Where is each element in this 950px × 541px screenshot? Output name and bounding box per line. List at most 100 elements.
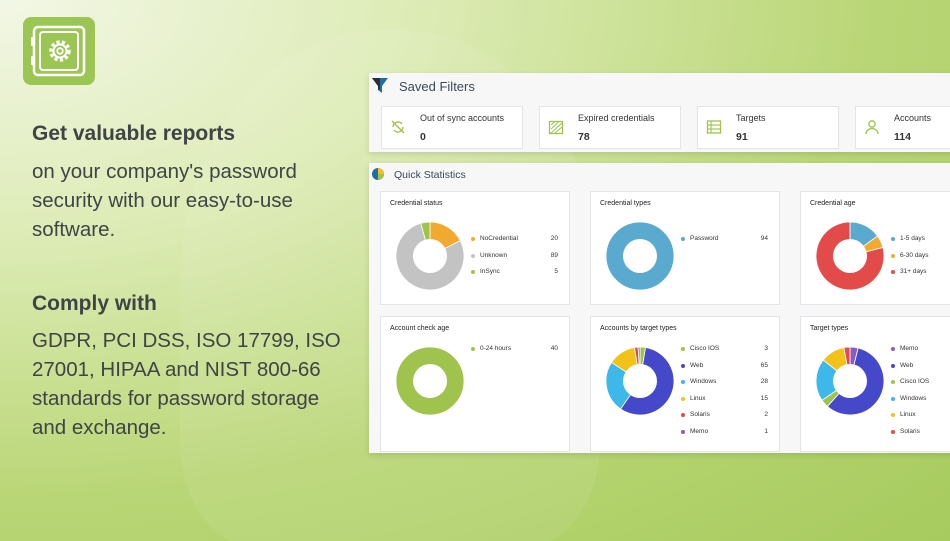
filter-card-value: 78 (578, 131, 590, 143)
widget-title: Account check age (390, 325, 450, 332)
widget-title: Target types (810, 325, 849, 332)
legend-value: 40 (550, 345, 558, 352)
legend-value: 5 (554, 268, 558, 275)
expired-icon (548, 120, 564, 135)
legend-value: 20 (550, 235, 558, 242)
widget-accounts-by-target-types: Accounts by target types Cisco IOS 3 Web 65… (590, 316, 780, 452)
legend-dot (891, 253, 895, 258)
filter-card-value: 114 (894, 131, 911, 143)
widget-title: Accounts by target types (600, 325, 677, 332)
legend-dot (681, 347, 685, 351)
donut-hole (623, 239, 657, 273)
legend-value: 1 (764, 427, 768, 435)
legend-label: Solaris (690, 411, 710, 418)
legend-dot (891, 396, 895, 401)
legend-label: Unknown (480, 251, 508, 259)
legend-dot (681, 396, 685, 401)
filter-card-label: Expired credentials (578, 113, 655, 123)
legend-dot (681, 429, 685, 434)
comply-heading: Comply with (32, 292, 157, 315)
reports-heading: Get valuable reports (32, 122, 236, 145)
widget-account-check-age: Account check age 0-24 hours 40 (380, 316, 570, 452)
donut-chart (605, 346, 675, 416)
filter-card-targets[interactable]: Targets 91 (697, 106, 839, 149)
legend-label: Cisco IOS (900, 378, 930, 385)
legend-label: Web (690, 361, 704, 369)
filter-card-label: Out of sync accounts (420, 113, 505, 123)
legend-value: 3 (764, 345, 768, 352)
donut-hole (413, 239, 447, 273)
widget-target-types: Target types Memo Web Cisco IOS Windows Linu… (800, 316, 950, 452)
comply-line-1: GDPR, PCI DSS, ISO 17799, ISO (32, 329, 341, 352)
legend-label: Linux (690, 394, 706, 402)
legend-label: Windows (900, 394, 927, 402)
donut-chart (395, 221, 465, 291)
funnel-icon (372, 78, 388, 93)
user-icon (865, 120, 879, 135)
legend-label: Solaris (900, 427, 920, 435)
comply-line-4: and exchange. (32, 416, 167, 439)
filter-card-label: Targets (736, 113, 766, 123)
legend-value: 89 (550, 251, 558, 259)
donut-chart (815, 346, 885, 416)
legend-label: 0-24 hours (480, 345, 512, 352)
sync-off-icon (391, 120, 405, 134)
comply-description: GDPR, PCI DSS, ISO 17799, ISO 27001, HIP… (32, 326, 362, 442)
legend-label: Web (900, 361, 914, 369)
legend-label: Windows (690, 378, 717, 385)
filter-card-expired[interactable]: Expired credentials 78 (539, 106, 681, 149)
donut-hole (833, 364, 867, 398)
legend-label: InSync (480, 268, 500, 275)
reports-line-1: on your company's password (32, 160, 297, 183)
legend-value: 15 (760, 394, 768, 402)
legend-dot (891, 270, 895, 274)
donut-hole (623, 364, 657, 398)
legend-value: 28 (760, 378, 768, 385)
legend-dot (681, 237, 685, 241)
donut-chart (815, 221, 885, 291)
saved-filters-title: Saved Filters (399, 79, 475, 94)
legend-dot (891, 380, 895, 384)
legend-label: Linux (900, 411, 916, 418)
widget-credential-types: Credential types Password 94 (590, 191, 780, 305)
donut-chart (605, 221, 675, 291)
legend-dot (681, 413, 685, 417)
legend-dot (891, 347, 895, 351)
list-icon (706, 120, 722, 134)
filter-card-out-of-sync[interactable]: Out of sync accounts 0 (381, 106, 523, 149)
legend-dot (471, 347, 475, 351)
legend-dot (471, 253, 475, 258)
legend-label: Memo (900, 345, 919, 352)
donut-hole (833, 239, 867, 273)
quick-statistics-title: Quick Statistics (394, 169, 466, 181)
pie-chart-icon (372, 168, 384, 180)
legend-dot (471, 270, 475, 274)
legend-label: Cisco IOS (690, 345, 720, 352)
legend-label: Password (690, 235, 719, 242)
legend-dot (891, 237, 895, 241)
legend-value: 65 (760, 361, 768, 369)
donut-chart (395, 346, 465, 416)
legend-value: 94 (760, 235, 768, 242)
widget-title: Credential age (810, 200, 856, 207)
legend-dot (891, 363, 895, 368)
reports-description: on your company's password security with… (32, 157, 362, 244)
widget-title: Credential types (600, 200, 651, 207)
widget-credential-status: Credential status NoCredential 20 Unknown 8… (380, 191, 570, 305)
legend-value: 2 (764, 411, 768, 418)
legend-label: 1-5 days (900, 235, 925, 242)
comply-line-3: standards for password storage (32, 387, 320, 410)
legend-dot (471, 237, 475, 241)
legend-dot (681, 363, 685, 368)
quick-statistics-panel: Quick Statistics Credential status NoCre… (369, 163, 950, 453)
widget-credential-age: Credential age 1-5 days 6-30 days 31+ days (800, 191, 950, 305)
reports-line-3: software. (32, 218, 116, 241)
filter-card-value: 91 (736, 131, 748, 143)
filter-card-value: 0 (420, 131, 426, 143)
vault-gear-icon (23, 17, 95, 85)
legend-dot (891, 413, 895, 417)
reports-line-2: security with our easy-to-use (32, 189, 293, 212)
legend-label: 6-30 days (900, 251, 929, 259)
widget-title: Credential status (390, 200, 443, 207)
filter-card-accounts[interactable]: Accounts 114 (855, 106, 950, 149)
